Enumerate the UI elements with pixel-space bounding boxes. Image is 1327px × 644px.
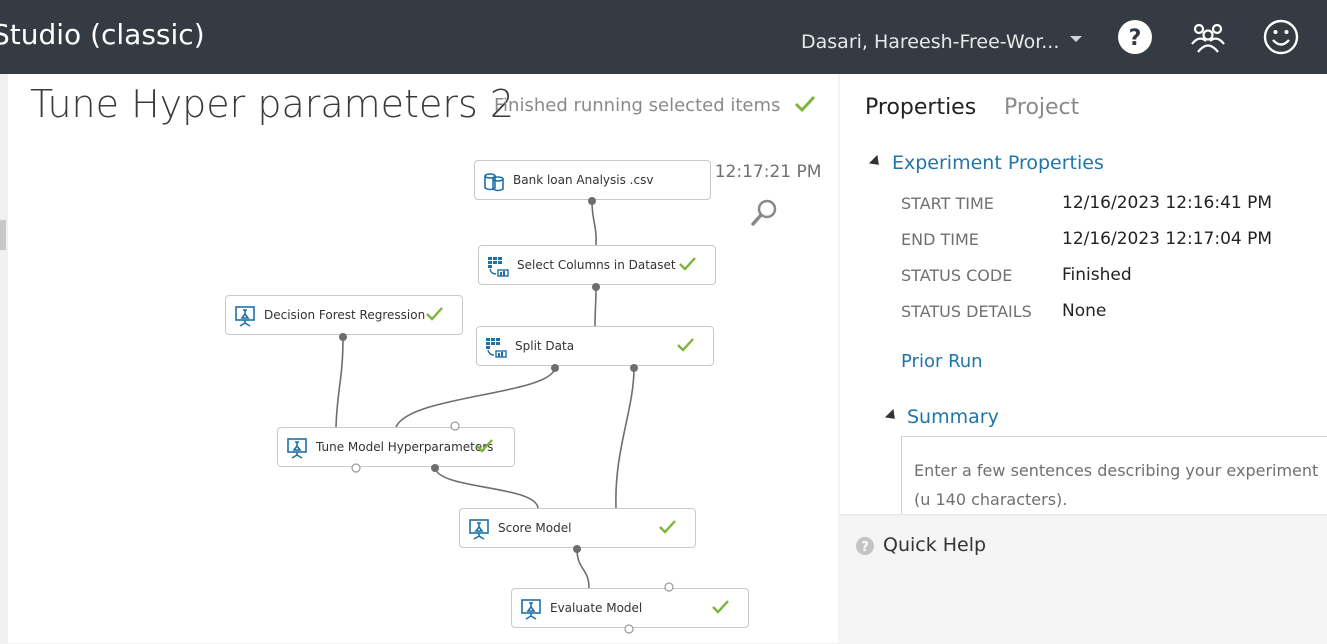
tab-project[interactable]: Project [1004, 95, 1079, 120]
output-port [588, 197, 596, 205]
property-key: END TIME [901, 230, 979, 249]
chevron-down-icon[interactable] [1070, 36, 1082, 42]
tab-properties[interactable]: Properties [865, 95, 976, 120]
output-port [551, 364, 559, 372]
svg-text:?: ? [1129, 26, 1142, 51]
output-port [630, 364, 638, 372]
quick-help-title[interactable]: Quick Help [883, 534, 986, 556]
module-ports [339, 197, 674, 634]
property-value: 12/16/2023 12:17:04 PM [1062, 229, 1273, 249]
experiment-properties-heading[interactable]: Experiment Properties [892, 152, 1104, 174]
output-port [573, 545, 581, 553]
prior-run-link[interactable]: Prior Run [901, 351, 983, 372]
open-input-port [450, 421, 460, 431]
summary-placeholder: Enter a few sentences describing your ex… [914, 461, 1319, 509]
property-value: 12/16/2023 12:16:41 PM [1062, 193, 1273, 213]
output-port [431, 464, 439, 472]
open-output-port [624, 624, 634, 634]
feedback-smiley-icon[interactable] [1262, 18, 1300, 56]
help-icon: ? [856, 537, 874, 555]
property-key: STATUS DETAILS [901, 302, 1032, 321]
help-icon[interactable]: ? [1116, 18, 1154, 56]
property-value: None [1062, 301, 1107, 321]
output-port [592, 283, 600, 291]
summary-heading[interactable]: Summary [907, 406, 999, 428]
property-key: STATUS CODE [901, 266, 1013, 285]
svg-text:?: ? [861, 540, 869, 555]
open-output-port [351, 463, 361, 473]
property-key: START TIME [901, 194, 994, 213]
property-value: Finished [1062, 265, 1132, 285]
open-input-port [664, 582, 674, 592]
community-icon[interactable] [1189, 18, 1227, 56]
output-port [339, 333, 347, 341]
account-name[interactable]: Dasari, Hareesh-Free-Wor... [801, 31, 1059, 53]
